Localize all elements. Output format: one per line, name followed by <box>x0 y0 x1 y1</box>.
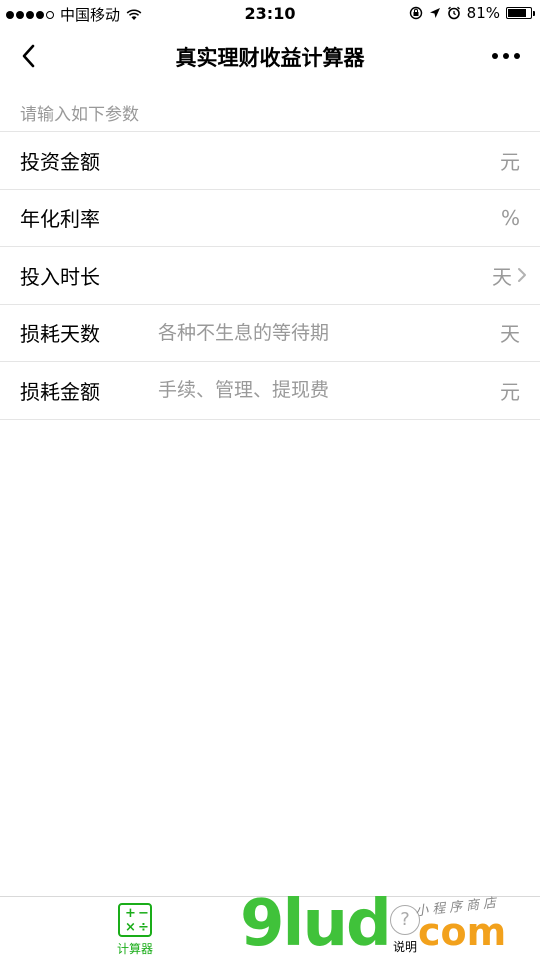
loss-amount-label: 损耗金额 <box>20 379 100 404</box>
more-options-button[interactable] <box>486 42 526 70</box>
battery-percentage: 81% <box>466 4 500 22</box>
loss-days-row: 损耗天数 天 <box>0 304 540 362</box>
loss-days-label: 损耗天数 <box>20 322 100 347</box>
tab-help[interactable]: ? 说明 <box>365 903 445 955</box>
help-icon: ? <box>390 905 420 935</box>
investment-amount-row: 投资金额 元 <box>0 132 540 190</box>
more-dots-icon <box>492 53 498 59</box>
parameter-form: 投资金额 元 年化利率 % 投入时长 天 损耗天数 天 损耗金额 元 <box>0 131 540 420</box>
loss-days-unit: 天 <box>500 322 520 347</box>
orientation-lock-icon <box>409 6 422 20</box>
status-bar: 中国移动 23:10 81% <box>0 0 540 28</box>
battery-level-fill <box>508 9 526 17</box>
annual-rate-unit: % <box>500 205 520 230</box>
loss-amount-unit: 元 <box>500 379 520 404</box>
investment-amount-label: 投资金额 <box>20 149 100 174</box>
investment-duration-label: 投入时长 <box>20 264 100 289</box>
loss-amount-input[interactable] <box>158 372 470 409</box>
investment-duration-row[interactable]: 投入时长 天 <box>0 247 540 305</box>
investment-amount-unit: 元 <box>500 149 520 174</box>
tab-calculator[interactable]: + − × ÷ 计算器 <box>95 903 175 957</box>
annual-rate-row: 年化利率 % <box>0 189 540 247</box>
battery-icon <box>506 7 535 19</box>
annual-rate-input[interactable] <box>158 199 470 236</box>
alarm-clock-icon <box>447 6 460 20</box>
status-right: 81% <box>409 4 535 22</box>
investment-duration-unit: 天 <box>492 264 512 289</box>
annual-rate-label: 年化利率 <box>20 207 100 232</box>
tab-bar: + − × ÷ 计算器 ? 说明 <box>0 896 540 960</box>
section-label: 请输入如下参数 <box>20 105 139 125</box>
navigation-bar: 真实理财收益计算器 <box>0 28 540 84</box>
tab-calculator-label: 计算器 <box>116 942 153 956</box>
loss-amount-row: 损耗金额 元 <box>0 362 540 420</box>
investment-amount-input[interactable] <box>158 142 470 179</box>
calculator-icon: + − × ÷ <box>118 903 152 937</box>
loss-days-input[interactable] <box>158 314 470 351</box>
tab-help-label: 说明 <box>392 940 417 954</box>
page-title: 真实理财收益计算器 <box>175 46 365 70</box>
location-arrow-icon <box>429 8 440 18</box>
chevron-right-icon <box>518 268 526 283</box>
